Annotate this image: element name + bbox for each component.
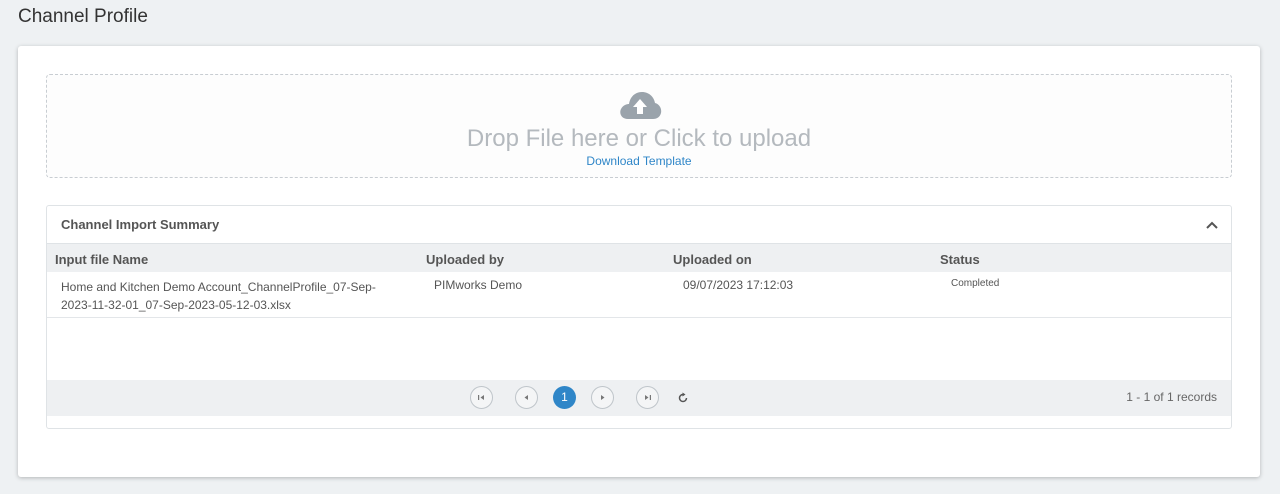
first-page-button[interactable]	[470, 386, 493, 409]
current-page-button[interactable]: 1	[553, 386, 576, 409]
uploaded-by-cell: PIMworks Demo	[434, 278, 523, 292]
chevron-up-icon[interactable]	[1205, 218, 1219, 232]
cloud-upload-icon	[620, 92, 662, 119]
previous-page-icon	[524, 395, 528, 400]
panel-header: Channel Import Summary	[47, 206, 1231, 244]
file-name-line: Home and Kitchen Demo Account_ChannelPro…	[61, 280, 376, 294]
main-card: Drop File here or Click to upload Downlo…	[18, 46, 1260, 477]
import-summary-panel: Channel Import Summary Input file Name U…	[46, 205, 1232, 429]
next-page-button[interactable]	[591, 386, 614, 409]
panel-title: Channel Import Summary	[61, 217, 220, 232]
column-header-uploaded-on[interactable]: Uploaded on	[673, 252, 752, 267]
column-header-status[interactable]: Status	[940, 252, 980, 267]
last-page-button[interactable]	[636, 386, 659, 409]
next-page-icon	[601, 395, 605, 400]
status-cell: Completed	[951, 278, 1000, 289]
file-dropzone[interactable]: Drop File here or Click to upload Downlo…	[46, 74, 1232, 178]
column-header-uploaded-by[interactable]: Uploaded by	[426, 252, 504, 267]
uploaded-on-cell: 09/07/2023 17:12:03	[683, 278, 794, 292]
last-page-icon	[645, 395, 651, 400]
grid-header: Input file Name Uploaded by Uploaded on …	[47, 244, 1231, 272]
pager-record-info: 1 - 1 of 1 records	[1126, 390, 1217, 404]
dropzone-prompt: Drop File here or Click to upload	[466, 125, 812, 152]
download-template-link[interactable]: Download Template	[586, 154, 691, 168]
file-name-cell: Home and Kitchen Demo Account_ChannelPro…	[61, 278, 376, 314]
file-name-line: 2023-11-32-01_07-Sep-2023-05-12-03.xlsx	[61, 298, 291, 312]
previous-page-button[interactable]	[515, 386, 538, 409]
column-header-file-name[interactable]: Input file Name	[55, 252, 148, 267]
page-title: Channel Profile	[18, 6, 148, 27]
first-page-icon	[478, 395, 484, 400]
table-row[interactable]: Home and Kitchen Demo Account_ChannelPro…	[47, 272, 1231, 318]
refresh-icon[interactable]	[677, 392, 689, 404]
pager: 1 1 - 1 of 1 records	[47, 380, 1231, 416]
